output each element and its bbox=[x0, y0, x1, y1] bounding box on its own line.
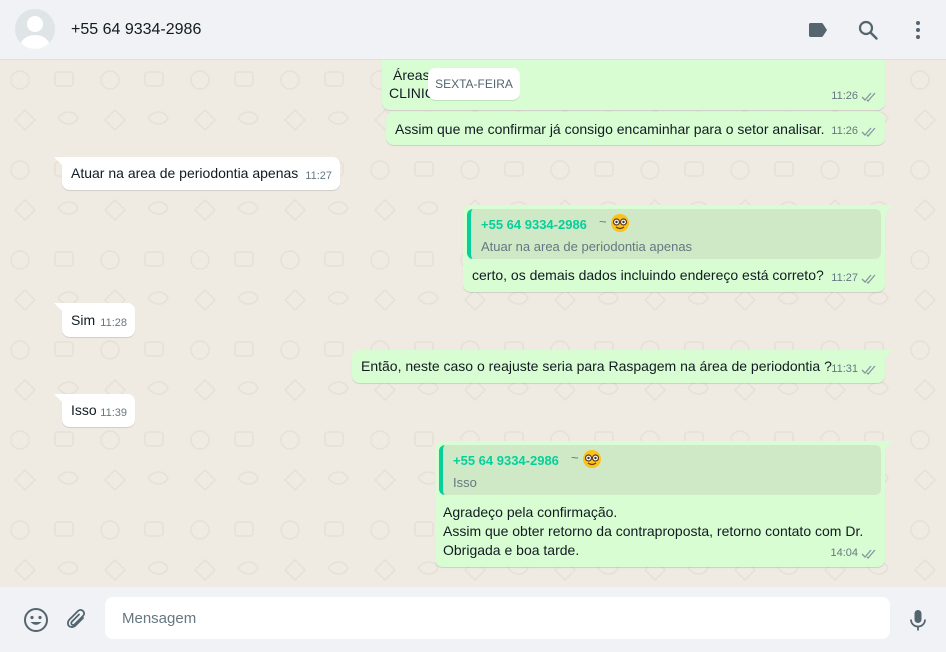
search-icon[interactable] bbox=[856, 18, 880, 42]
bubble-tail bbox=[54, 303, 64, 313]
message-time: 11:39 bbox=[100, 407, 127, 419]
message-outgoing[interactable]: Então, neste caso o reajuste seria para … bbox=[352, 350, 893, 383]
emoji-icon[interactable] bbox=[23, 607, 49, 633]
quote-author-suffix: ~ bbox=[571, 448, 602, 469]
read-ticks-icon bbox=[861, 549, 876, 559]
composer-bar bbox=[0, 587, 946, 652]
message-text: Assim que me confirmar já consigo encami… bbox=[395, 121, 825, 137]
message-text: certo, os demais dados incluindo endereç… bbox=[472, 267, 824, 283]
message-time: 11:28 bbox=[100, 317, 127, 329]
quote-author-suffix: ~ bbox=[599, 212, 630, 233]
message-text: Então, neste caso o reajuste seria para … bbox=[361, 358, 832, 374]
read-ticks-icon bbox=[861, 92, 876, 102]
quote-text: Isso bbox=[453, 475, 477, 490]
message-incoming[interactable]: Atuar na area de periodontia apenas 11:2… bbox=[54, 157, 340, 190]
quoted-message[interactable]: +55 64 9334-2986 ~ Isso bbox=[439, 445, 881, 495]
chat-header: +55 64 9334-2986 bbox=[0, 0, 946, 60]
read-ticks-icon bbox=[861, 127, 876, 137]
message-text-line: Assim que obter retorno da contrapropost… bbox=[443, 523, 864, 539]
contact-avatar[interactable] bbox=[15, 9, 55, 49]
bubble-tail bbox=[883, 350, 893, 360]
message-time: 11:26 bbox=[831, 125, 858, 137]
message-time: 11:27 bbox=[831, 272, 858, 284]
message-outgoing-reply[interactable]: +55 64 9334-2986 ~ Atuar na area de peri… bbox=[463, 205, 893, 292]
attach-icon[interactable] bbox=[64, 607, 90, 633]
read-ticks-icon bbox=[861, 365, 876, 375]
message-meta: 14:04 bbox=[830, 544, 877, 563]
message-text-line: Obrigada e boa tarde. bbox=[443, 542, 580, 558]
read-ticks-icon bbox=[861, 274, 876, 284]
message-text: Sim bbox=[71, 312, 96, 328]
message-incoming[interactable]: Sim 11:28 bbox=[54, 303, 135, 337]
message-incoming[interactable]: Isso 11:39 bbox=[54, 394, 135, 427]
message-meta: 11:26 bbox=[831, 122, 877, 141]
label-icon[interactable] bbox=[806, 18, 830, 42]
avatar-body-shape bbox=[20, 35, 50, 49]
mic-icon[interactable] bbox=[905, 607, 931, 633]
bubble-tail bbox=[54, 157, 64, 167]
quoted-message[interactable]: +55 64 9334-2986 ~ Atuar na area de peri… bbox=[467, 209, 881, 259]
avatar-head-shape bbox=[27, 16, 43, 32]
message-input[interactable] bbox=[105, 597, 890, 639]
quote-suffix-text: ~ bbox=[599, 214, 607, 229]
message-meta: 11:28 bbox=[100, 314, 127, 333]
message-outgoing-reply[interactable]: +55 64 9334-2986 ~ Isso Agradeço pela co… bbox=[435, 441, 893, 567]
message-time: 11:26 bbox=[831, 90, 858, 102]
quote-text: Atuar na area de periodontia apenas bbox=[481, 239, 693, 254]
message-text: Isso bbox=[71, 402, 97, 418]
message-text-line: Agradeço pela confirmação. bbox=[443, 504, 618, 520]
message-time: 11:31 bbox=[831, 363, 858, 375]
bubble-tail bbox=[883, 205, 893, 215]
message-time: 14:04 bbox=[830, 547, 858, 559]
date-divider: SEXTA-FEIRA bbox=[428, 68, 520, 100]
message-text: Atuar na area de periodontia apenas bbox=[71, 165, 299, 181]
quote-suffix-text: ~ bbox=[571, 450, 579, 465]
nerd-face-icon bbox=[583, 449, 602, 468]
message-meta: 11:27 bbox=[305, 167, 332, 186]
menu-icon[interactable] bbox=[906, 18, 930, 42]
contact-name[interactable]: +55 64 9334-2986 bbox=[71, 21, 201, 39]
nerd-face-icon bbox=[611, 213, 630, 232]
message-text: Áreas bbox=[393, 67, 430, 83]
message-meta: 11:27 bbox=[831, 269, 877, 288]
message-time: 11:27 bbox=[305, 170, 332, 182]
quote-author: +55 64 9334-2986 bbox=[481, 217, 587, 232]
message-meta: 11:39 bbox=[100, 404, 127, 423]
message-outgoing[interactable]: Assim que me confirmar já consigo encami… bbox=[386, 112, 885, 145]
bubble-tail bbox=[883, 441, 893, 451]
bubble-tail bbox=[54, 394, 64, 404]
quote-author: +55 64 9334-2986 bbox=[453, 453, 559, 468]
message-list[interactable]: Áreas CLINIC 11:26 SEXTA-FEIRA Assim que… bbox=[0, 60, 946, 587]
message-meta: 11:31 bbox=[831, 360, 877, 379]
message-meta: 11:26 bbox=[831, 87, 877, 106]
